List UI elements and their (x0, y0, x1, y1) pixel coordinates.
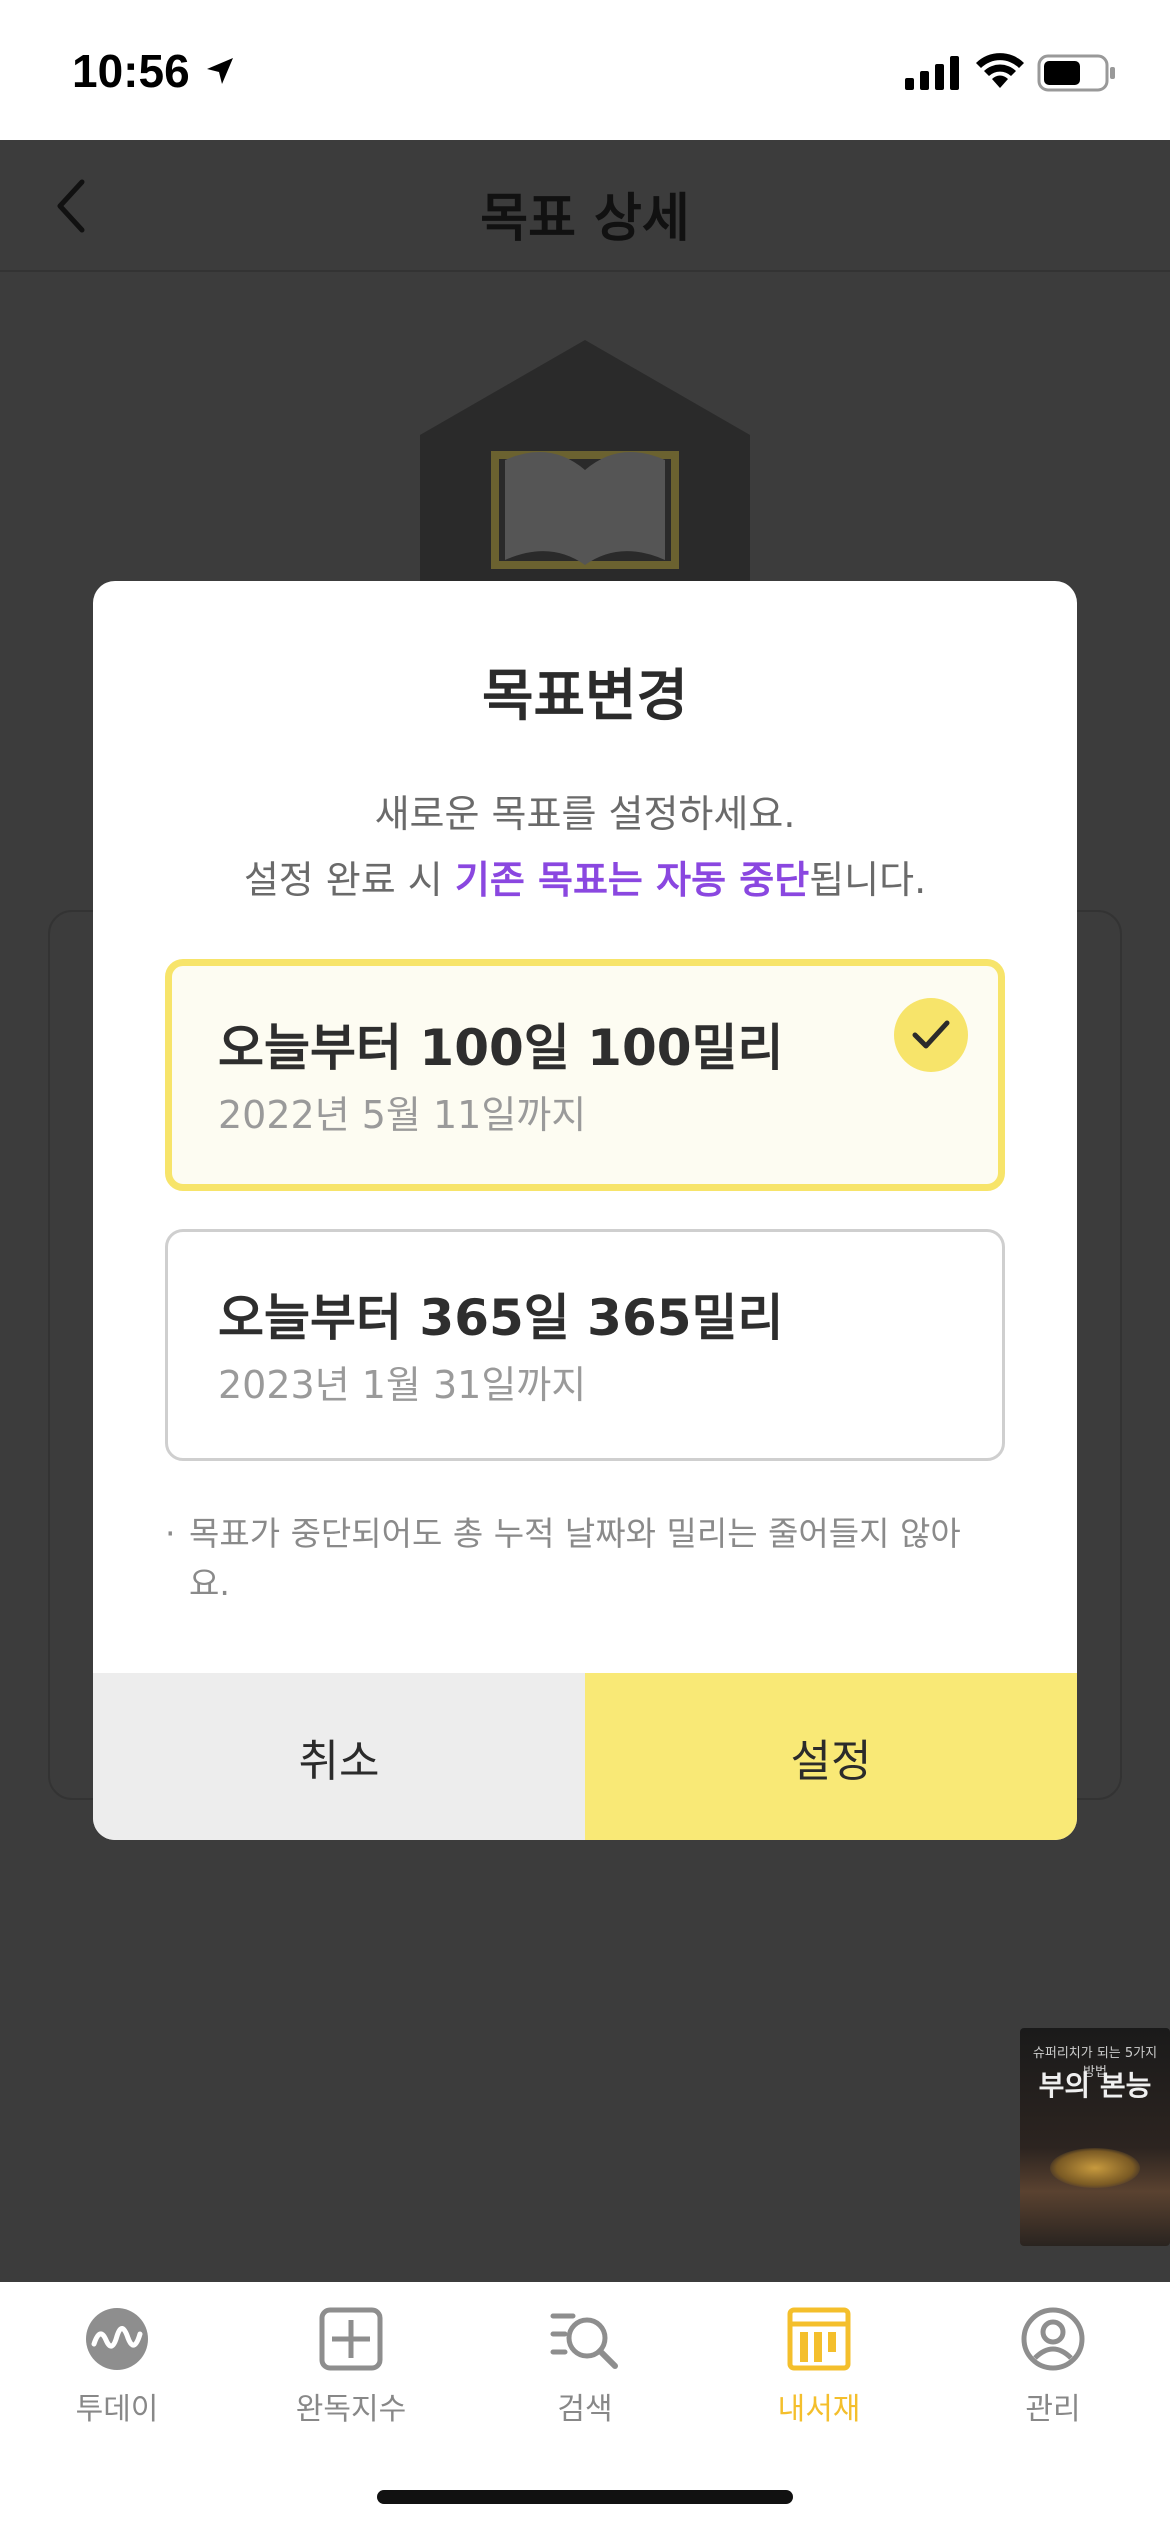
tab-label: 완독지수 (295, 2392, 407, 2427)
page-title: 목표 상세 (480, 189, 690, 249)
signal-icon (905, 56, 959, 90)
desc-highlight: 기존 목표는 자동 중단 (454, 858, 810, 902)
tab-label: 관리 (1025, 2392, 1081, 2427)
cancel-button[interactable]: 취소 (93, 1673, 585, 1840)
plus-square-icon (319, 2307, 383, 2371)
treasure-chest-image (1050, 2148, 1140, 2188)
tab-my-library[interactable]: 내서재 (702, 2306, 936, 2446)
tab-search[interactable]: 검색 (468, 2306, 702, 2446)
option-deadline: 2022년 5월 11일까지 (218, 1093, 587, 1137)
option-title: 오늘부터 100일 100밀리 (218, 1019, 784, 1077)
desc-suffix: 됩니다. (809, 858, 927, 902)
option-title: 오늘부터 365일 365밀리 (218, 1289, 784, 1347)
tab-completion-index[interactable]: 완독지수 (234, 2306, 468, 2446)
app-header: 목표 상세 (0, 140, 1170, 272)
description-line-1: 새로운 목표를 설정하세요. (374, 792, 796, 836)
status-bar: 10:56 (0, 0, 1170, 140)
today-wave-icon (86, 2308, 148, 2370)
goal-option-365[interactable]: 오늘부터 365일 365밀리 2023년 1월 31일까지 (165, 1229, 1005, 1461)
tab-label: 검색 (557, 2392, 613, 2427)
dialog-note: · 목표가 중단되어도 총 누적 날짜와 밀리는 줄어들지 않아요. (165, 1509, 965, 1609)
tab-manage[interactable]: 관리 (936, 2306, 1170, 2446)
profile-icon (1021, 2307, 1085, 2371)
status-time: 10:56 (72, 45, 190, 97)
book-title: 부의 본능 (1038, 2069, 1152, 2102)
option-deadline: 2023년 1월 31일까지 (218, 1363, 587, 1407)
bookshelf-icon (787, 2307, 851, 2371)
floating-book-cover[interactable]: 슈퍼리치가 되는 5가지 방법 부의 본능 (1020, 2028, 1170, 2246)
wifi-icon (976, 53, 1024, 88)
check-icon (894, 998, 968, 1072)
goal-badge-icon (420, 340, 750, 590)
tab-today[interactable]: 투데이 (0, 2306, 234, 2446)
note-text: 목표가 중단되어도 총 누적 날짜와 밀리는 줄어들지 않아요. (189, 1514, 961, 1603)
desc-prefix: 설정 완료 시 (243, 858, 455, 902)
description-line-2: 설정 완료 시 기존 목표는 자동 중단됩니다. (93, 847, 1077, 913)
battery-icon (1037, 54, 1115, 92)
tab-label: 투데이 (75, 2392, 159, 2427)
dialog-description: 새로운 목표를 설정하세요. 설정 완료 시 기존 목표는 자동 중단됩니다. (93, 781, 1077, 913)
search-list-icon (550, 2313, 618, 2369)
tab-label: 내서재 (777, 2392, 861, 2427)
dialog-title: 목표변경 (481, 664, 689, 729)
confirm-button[interactable]: 설정 (585, 1673, 1077, 1840)
home-indicator (377, 2490, 793, 2504)
location-arrow-icon (207, 58, 233, 84)
goal-option-100[interactable]: 오늘부터 100일 100밀리 2022년 5월 11일까지 (165, 959, 1005, 1191)
note-bullet: · (165, 1514, 176, 1553)
goal-change-dialog: 목표변경 새로운 목표를 설정하세요. 설정 완료 시 기존 목표는 자동 중단… (93, 581, 1077, 1840)
